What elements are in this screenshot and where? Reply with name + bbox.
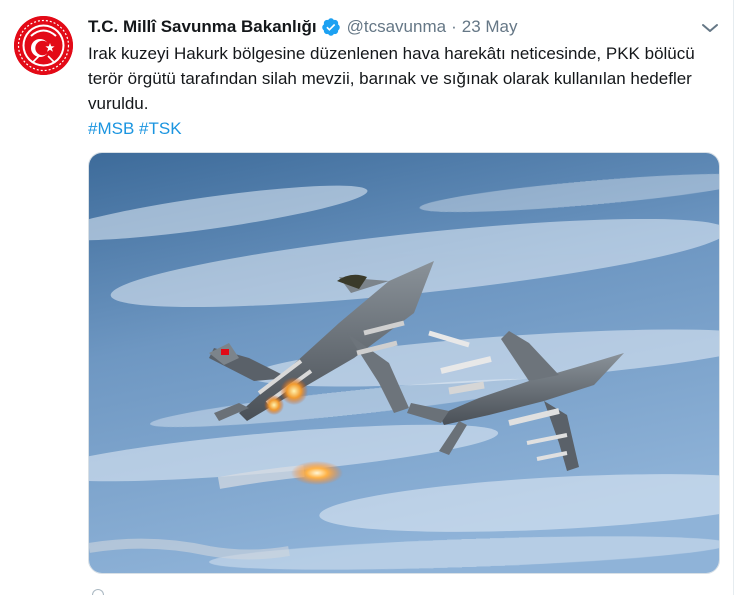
reply-icon[interactable] bbox=[92, 589, 104, 595]
tweet-photo[interactable] bbox=[88, 152, 720, 574]
tweet-menu-button[interactable] bbox=[700, 20, 720, 36]
tweet-header: T.C. Millî Savunma Bakanlığı @tcsavunma … bbox=[88, 15, 518, 39]
msb-emblem-icon bbox=[14, 16, 73, 75]
verified-badge-icon bbox=[321, 17, 341, 37]
chevron-down-icon bbox=[702, 24, 718, 32]
hashtag-link[interactable]: #TSK bbox=[139, 119, 182, 138]
tweet-timestamp[interactable]: 23 May bbox=[462, 17, 518, 37]
tweet-text: Irak kuzeyi Hakurk bölgesine düzenlenen … bbox=[88, 44, 695, 113]
fighter-jets-photo bbox=[89, 153, 719, 573]
tweet[interactable]: T.C. Millî Savunma Bakanlığı @tcsavunma … bbox=[0, 0, 734, 595]
author-name[interactable]: T.C. Millî Savunma Bakanlığı bbox=[88, 17, 317, 37]
hashtags: #MSB #TSK bbox=[88, 116, 182, 141]
avatar[interactable] bbox=[14, 16, 73, 75]
hashtag-link[interactable]: #MSB bbox=[88, 119, 134, 138]
header-separator: · bbox=[451, 17, 457, 36]
author-handle[interactable]: @tcsavunma bbox=[347, 17, 446, 37]
